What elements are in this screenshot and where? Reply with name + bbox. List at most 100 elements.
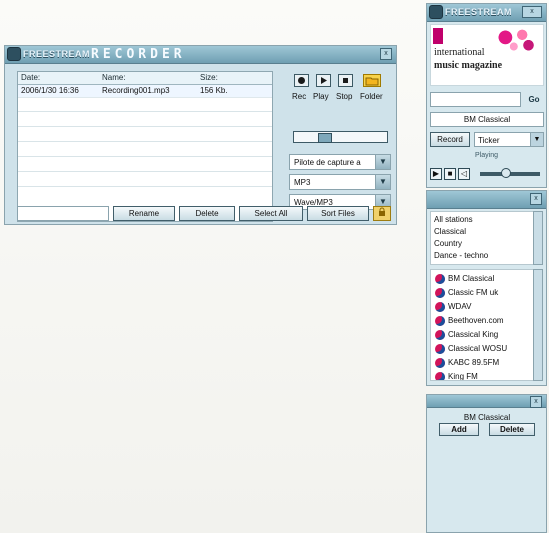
genre-item[interactable]: Country: [434, 239, 462, 248]
record-icon: [298, 77, 305, 84]
station-icon: [435, 316, 445, 326]
ad-line1: international: [434, 47, 485, 58]
station-name: KABC 89.5FM: [448, 358, 500, 367]
table-gridline: [18, 171, 272, 172]
capture-device-select[interactable]: Pilote de capture a ▼: [289, 154, 391, 170]
chevron-down-icon[interactable]: ▼: [530, 133, 543, 146]
player-panel: FREESTREAM x international music magazin…: [426, 3, 547, 188]
table-gridline: [18, 111, 272, 112]
play-label: Play: [313, 92, 329, 101]
favorite-station: BM Classical Add Delete: [433, 413, 541, 441]
playing-status: Playing: [475, 152, 498, 159]
play-icon[interactable]: ▶: [430, 168, 442, 180]
station-name: Classical WOSU: [448, 344, 508, 353]
column-date[interactable]: Date:: [21, 73, 40, 82]
volume-knob[interactable]: [501, 168, 511, 178]
status-field: [17, 206, 109, 221]
chevron-down-icon[interactable]: ▼: [375, 155, 390, 169]
row-size: 156 Kb.: [200, 86, 228, 95]
station-name: Classical King: [448, 330, 499, 339]
ticker-value: Ticker: [478, 136, 500, 145]
close-button[interactable]: x: [530, 193, 542, 205]
recorder-toolbar: Rename Delete Select All Sort Files: [17, 206, 391, 222]
genre-item[interactable]: Classical: [434, 227, 466, 236]
folder-icon: [365, 77, 379, 85]
lock-icon: [379, 207, 385, 216]
recordings-table[interactable]: Date: Name: Size: 2006/1/30 16:36 Record…: [17, 71, 273, 222]
genre-list[interactable]: All stations Classical Country Dance - t…: [430, 211, 535, 265]
volume-icon[interactable]: ◁: [458, 168, 470, 180]
folder-button[interactable]: [363, 74, 381, 87]
rec-button[interactable]: [294, 74, 309, 87]
list-item[interactable]: KABC 89.5FM: [435, 356, 534, 370]
table-gridline: [18, 156, 272, 157]
station-icon: [435, 344, 445, 354]
chevron-down-icon[interactable]: ▼: [375, 175, 390, 189]
add-button[interactable]: Add: [439, 423, 479, 436]
station-icon: [435, 330, 445, 340]
stop-icon: [343, 78, 348, 83]
genre-item[interactable]: Dance - techno: [434, 251, 488, 260]
advertisement-banner[interactable]: international music magazine: [430, 24, 544, 86]
station-icon: [435, 274, 445, 284]
ad-splash-graphic: [497, 27, 539, 53]
player-titlebar: FREESTREAM x: [427, 4, 546, 22]
close-button[interactable]: x: [530, 396, 542, 408]
recorder-logo-text: FREESTREAM: [23, 49, 91, 59]
go-button[interactable]: Go: [525, 92, 543, 107]
lock-button[interactable]: [373, 206, 391, 221]
station-icon: [435, 288, 445, 298]
folder-label: Folder: [360, 92, 383, 101]
list-item[interactable]: BM Classical: [435, 272, 534, 286]
stop-button[interactable]: [338, 74, 353, 87]
capture-device-value: Pilote de capture a: [294, 158, 361, 167]
slider-knob[interactable]: [318, 133, 332, 143]
station-name: WDAV: [448, 302, 472, 311]
close-icon: x: [530, 8, 534, 15]
station-scrollbar[interactable]: [533, 269, 543, 381]
list-item[interactable]: WDAV: [435, 300, 534, 314]
recorder-controls: Rec Play Stop Folder Pilote de capture a…: [286, 71, 396, 222]
list-item[interactable]: King FM: [435, 370, 534, 380]
window-controls[interactable]: x: [522, 6, 542, 18]
record-button[interactable]: Record: [430, 132, 470, 147]
genre-scrollbar[interactable]: [533, 211, 543, 265]
player-logo: FREESTREAM: [429, 5, 512, 19]
format-select[interactable]: MP3 ▼: [289, 174, 391, 190]
column-size[interactable]: Size:: [200, 73, 218, 82]
rename-button[interactable]: Rename: [113, 206, 175, 221]
station-name: Classic FM uk: [448, 288, 499, 297]
stop-icon[interactable]: ■: [444, 168, 456, 180]
sort-files-button[interactable]: Sort Files: [307, 206, 369, 221]
station-icon: [435, 358, 445, 368]
station-icon: [435, 302, 445, 312]
close-icon: x: [384, 50, 388, 57]
format-value: MP3: [294, 178, 311, 187]
favorite-station-name: BM Classical: [463, 413, 511, 422]
station-name: Beethoven.com: [448, 316, 504, 325]
recorder-titlebar: FREESTREAM RECORDER x: [5, 46, 396, 64]
list-item[interactable]: Classical King: [435, 328, 534, 342]
list-item[interactable]: Classical WOSU: [435, 342, 534, 356]
ticker-select[interactable]: Ticker ▼: [474, 132, 544, 147]
row-date: 2006/1/30 16:36: [21, 86, 79, 95]
delete-button[interactable]: Delete: [179, 206, 235, 221]
list-item[interactable]: Classic FM uk: [435, 286, 534, 300]
player-logo-text: FREESTREAM: [445, 7, 513, 17]
delete-button[interactable]: Delete: [489, 423, 535, 436]
stream-url-input[interactable]: [430, 92, 521, 107]
table-gridline: [18, 186, 272, 187]
select-all-button[interactable]: Select All: [239, 206, 303, 221]
column-name[interactable]: Name:: [102, 73, 126, 82]
close-button[interactable]: x: [380, 48, 392, 60]
table-gridline: [18, 141, 272, 142]
play-button[interactable]: [316, 74, 331, 87]
stop-label: Stop: [336, 92, 353, 101]
station-list[interactable]: BM Classical Classic FM uk WDAV Beethove…: [430, 269, 535, 381]
rec-label: Rec: [292, 92, 307, 101]
list-item[interactable]: Beethoven.com: [435, 314, 534, 328]
record-level-slider[interactable]: [293, 131, 388, 143]
genre-item[interactable]: All stations: [434, 215, 473, 224]
recorder-window: FREESTREAM RECORDER x Date: Name: Size: …: [4, 45, 397, 225]
table-row[interactable]: 2006/1/30 16:36 Recording001.mp3 156 Kb.: [18, 85, 272, 98]
